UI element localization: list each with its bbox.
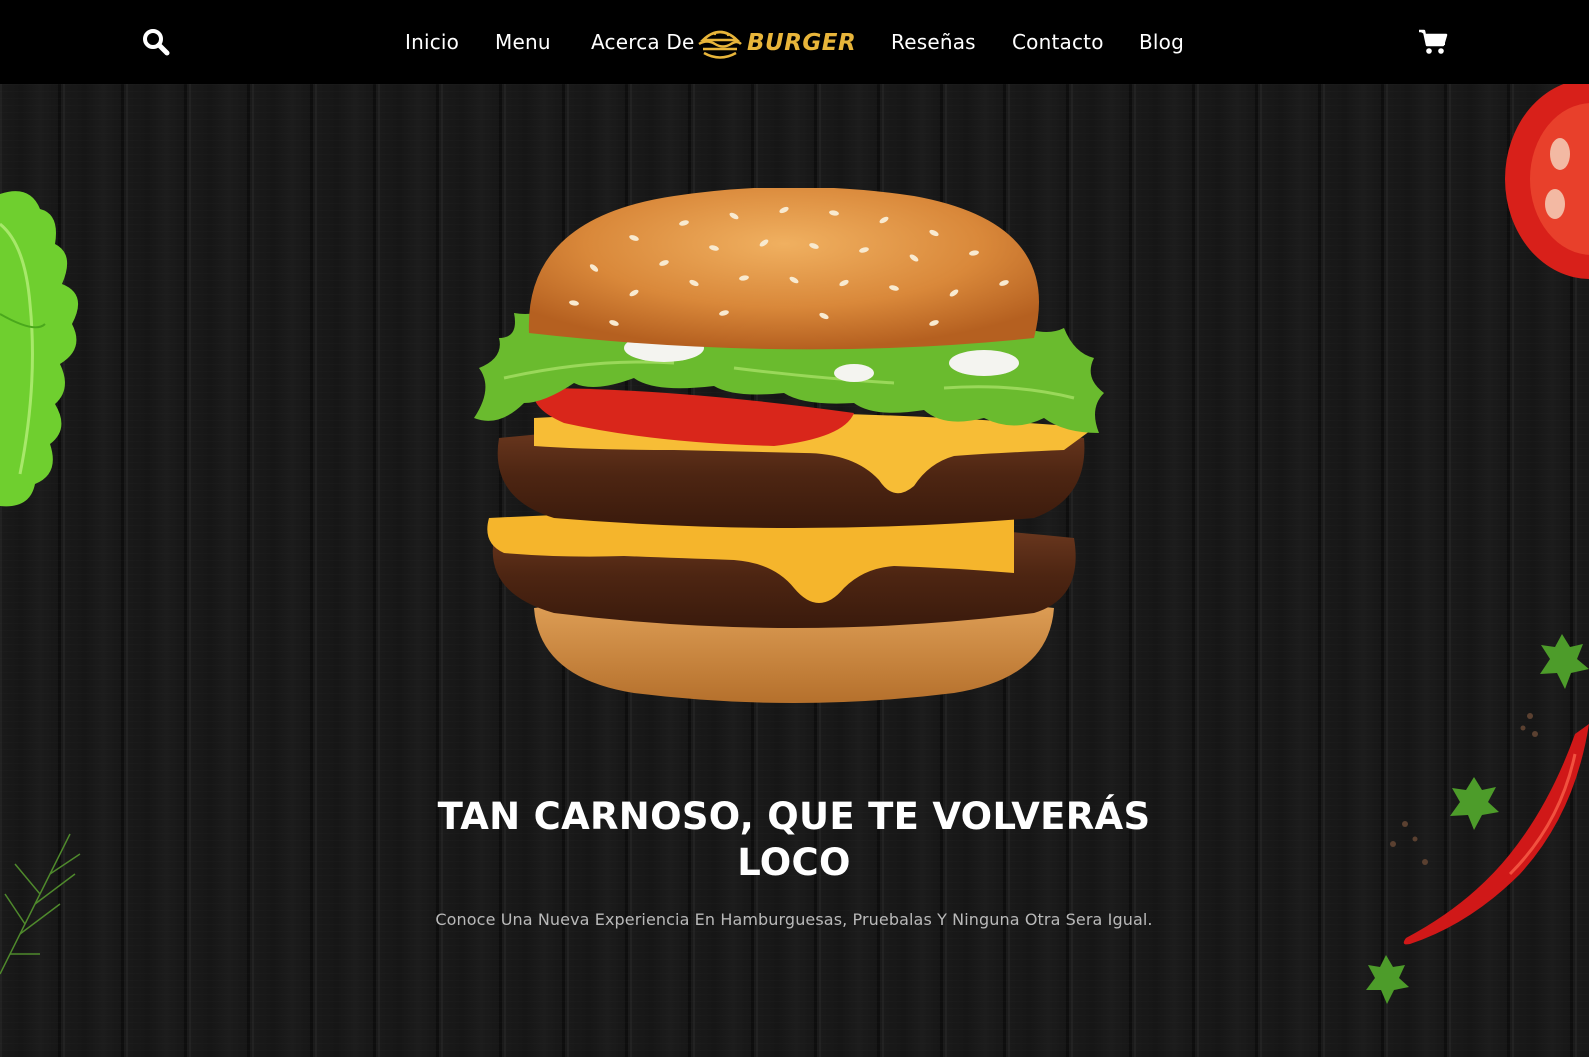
- hero-headline-line2: LOCO: [737, 841, 851, 884]
- brand-logo[interactable]: BURGER: [695, 22, 857, 64]
- nav-link-blog[interactable]: Blog: [1139, 30, 1184, 54]
- nav-links: Inicio Menu Acerca De BURGER Reseñas Con…: [0, 0, 1589, 84]
- lettuce-image: [0, 191, 79, 507]
- parsley-image: [1366, 955, 1409, 1004]
- herb-image: [0, 833, 81, 975]
- nav-link-contacto[interactable]: Contacto: [1012, 30, 1104, 54]
- nav-link-acerca-de[interactable]: Acerca De: [591, 30, 695, 54]
- nav-link-menu[interactable]: Menu: [495, 30, 551, 54]
- nav-link-inicio[interactable]: Inicio: [405, 30, 459, 54]
- hero-headline-line1: TAN CARNOSO, QUE TE VOLVERÁS: [437, 795, 1151, 838]
- parsley-image: [1540, 634, 1589, 689]
- burger-logo-icon: [698, 30, 742, 59]
- hero-headline: TAN CARNOSO, QUE TE VOLVERÁS LOCO: [394, 794, 1194, 886]
- cart-icon[interactable]: [1418, 28, 1448, 56]
- nav-link-resenas[interactable]: Reseñas: [891, 30, 976, 54]
- tomato-image: [1505, 84, 1589, 279]
- logo-text: BURGER: [747, 30, 857, 56]
- hero-subtitle: Conoce Una Nueva Experiencia En Hamburgu…: [435, 910, 1153, 929]
- burger-image: [474, 188, 1104, 703]
- hero-section: TAN CARNOSO, QUE TE VOLVERÁS LOCO Conoce…: [0, 84, 1589, 1057]
- navbar: Inicio Menu Acerca De BURGER Reseñas Con…: [0, 0, 1589, 84]
- chili-pepper-image: [1403, 724, 1589, 945]
